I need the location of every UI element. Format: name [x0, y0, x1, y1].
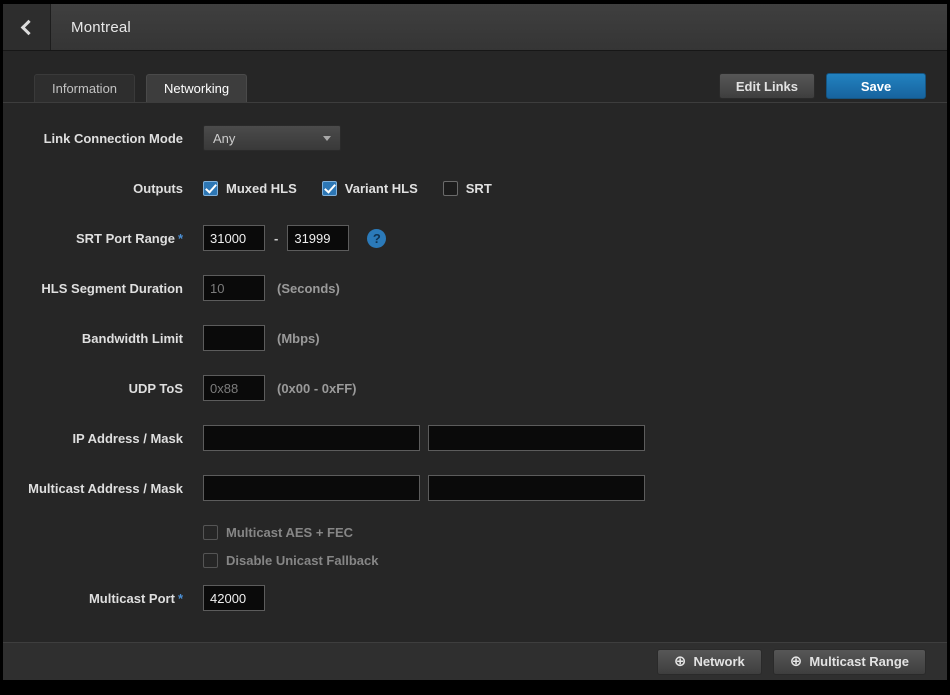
tab-networking[interactable]: Networking [146, 74, 247, 102]
srt-port-to-input[interactable] [287, 225, 349, 251]
label-text: SRT Port Range [76, 231, 175, 246]
required-marker: * [178, 591, 183, 606]
help-icon[interactable] [367, 229, 386, 248]
udp-tos-input[interactable] [203, 375, 265, 401]
outputs-label: Outputs [3, 181, 183, 196]
multicast-port-input[interactable] [203, 585, 265, 611]
checkbox-icon [322, 181, 337, 196]
ip-address-mask-label: IP Address / Mask [3, 431, 183, 446]
seconds-unit-label: (Seconds) [277, 281, 340, 296]
chevron-left-icon [21, 19, 37, 35]
srt-port-range-label: SRT Port Range* [3, 231, 183, 246]
mbps-unit-label: (Mbps) [277, 331, 320, 346]
checkbox-label: SRT [466, 181, 492, 196]
back-button[interactable] [3, 4, 51, 50]
tab-information[interactable]: Information [34, 74, 135, 102]
disable-unicast-fallback-row: Disable Unicast Fallback [3, 551, 947, 569]
udp-tos-label: UDP ToS [3, 381, 183, 396]
udp-tos-row: UDP ToS (0x00 - 0xFF) [3, 375, 947, 401]
label-text: Multicast Port [89, 591, 175, 606]
tabs: Information Networking [34, 74, 258, 102]
link-connection-mode-label: Link Connection Mode [3, 131, 183, 146]
multicast-aes-fec-row: Multicast AES + FEC [3, 523, 947, 541]
multicast-port-row: Multicast Port* [3, 585, 947, 611]
checkbox-icon [203, 525, 218, 540]
tabs-row: Information Networking Edit Links Save [3, 73, 947, 103]
page-title: Montreal [71, 19, 131, 36]
edit-links-button[interactable]: Edit Links [719, 73, 815, 99]
checkbox-label: Multicast AES + FEC [226, 525, 353, 540]
add-network-label: Network [693, 654, 744, 669]
select-value: Any [213, 131, 235, 146]
ip-address-mask-row: IP Address / Mask [3, 425, 947, 451]
srt-port-from-input[interactable] [203, 225, 265, 251]
checkbox-label: Variant HLS [345, 181, 418, 196]
checkbox-disable-unicast-fallback[interactable]: Disable Unicast Fallback [203, 553, 378, 568]
app-window: Montreal Information Networking Edit Lin… [3, 4, 947, 680]
range-separator: - [274, 231, 278, 246]
link-connection-mode-row: Link Connection Mode Any [3, 125, 947, 151]
hls-segment-duration-input[interactable] [203, 275, 265, 301]
header-bar: Montreal [3, 4, 947, 51]
plus-circle-icon [674, 654, 687, 669]
checkbox-muxed-hls[interactable]: Muxed HLS [203, 181, 297, 196]
multicast-address-input[interactable] [203, 475, 420, 501]
hls-segment-duration-label: HLS Segment Duration [3, 281, 183, 296]
multicast-address-mask-label: Multicast Address / Mask [3, 481, 183, 496]
checkbox-icon [203, 181, 218, 196]
add-network-button[interactable]: Network [657, 649, 762, 675]
bandwidth-limit-row: Bandwidth Limit (Mbps) [3, 325, 947, 351]
checkbox-icon [443, 181, 458, 196]
outputs-row: Outputs Muxed HLS Variant HLS SRT [3, 179, 947, 197]
top-actions: Edit Links Save [719, 73, 926, 99]
checkbox-label: Disable Unicast Fallback [226, 553, 378, 568]
checkbox-variant-hls[interactable]: Variant HLS [322, 181, 418, 196]
checkbox-icon [203, 553, 218, 568]
footer-bar: Network Multicast Range [3, 642, 947, 680]
bandwidth-limit-input[interactable] [203, 325, 265, 351]
multicast-mask-input[interactable] [428, 475, 645, 501]
ip-address-input[interactable] [203, 425, 420, 451]
plus-circle-icon [790, 654, 803, 669]
multicast-address-mask-row: Multicast Address / Mask [3, 475, 947, 501]
add-multicast-range-label: Multicast Range [809, 654, 909, 669]
bandwidth-limit-label: Bandwidth Limit [3, 331, 183, 346]
chevron-down-icon [323, 136, 331, 141]
networking-form: Link Connection Mode Any Outputs Muxed H… [3, 103, 947, 611]
save-button[interactable]: Save [826, 73, 926, 99]
link-connection-mode-select[interactable]: Any [203, 125, 341, 151]
required-marker: * [178, 231, 183, 246]
checkbox-srt[interactable]: SRT [443, 181, 492, 196]
add-multicast-range-button[interactable]: Multicast Range [773, 649, 926, 675]
checkbox-label: Muxed HLS [226, 181, 297, 196]
udp-tos-hint: (0x00 - 0xFF) [277, 381, 356, 396]
ip-mask-input[interactable] [428, 425, 645, 451]
srt-port-range-row: SRT Port Range* - [3, 225, 947, 251]
checkbox-multicast-aes-fec[interactable]: Multicast AES + FEC [203, 525, 353, 540]
multicast-port-label: Multicast Port* [3, 591, 183, 606]
hls-segment-duration-row: HLS Segment Duration (Seconds) [3, 275, 947, 301]
